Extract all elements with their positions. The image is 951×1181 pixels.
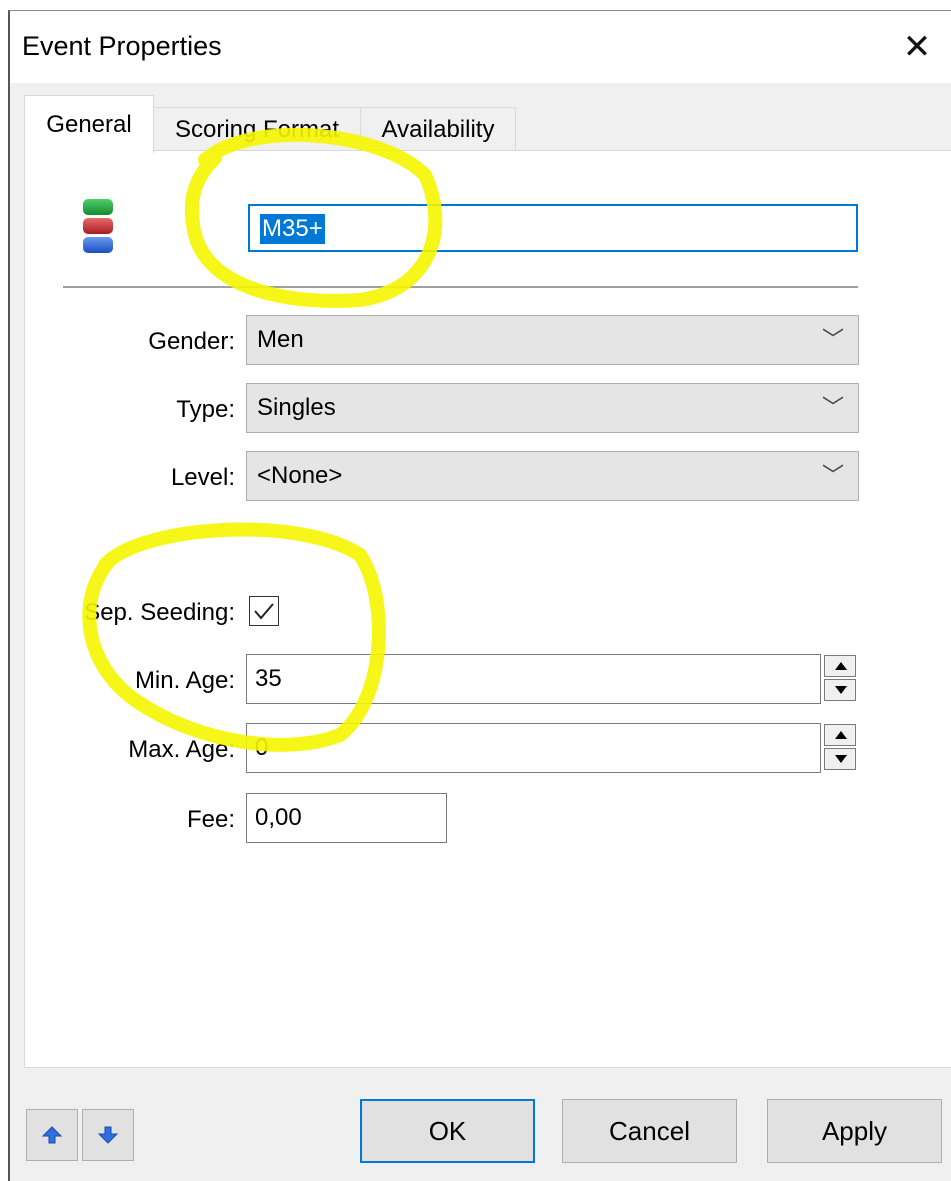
level-select[interactable]: <None> ﹀: [246, 451, 859, 501]
event-name-value: M35+: [260, 214, 325, 244]
close-button[interactable]: ✕: [881, 11, 951, 83]
window-title: Event Properties: [22, 31, 222, 61]
fee-value: 0,00: [255, 804, 302, 831]
type-label: Type:: [176, 396, 235, 423]
title-bar: Event Properties ✕: [10, 11, 951, 83]
max-age-decrement[interactable]: [824, 748, 856, 770]
move-up-button[interactable]: [26, 1109, 78, 1161]
ok-button[interactable]: OK: [360, 1099, 535, 1163]
arrow-down-icon: [835, 755, 847, 763]
chevron-down-icon: ﹀: [821, 327, 844, 352]
arrow-up-icon: [835, 731, 847, 739]
min-age-label: Min. Age:: [134, 667, 235, 694]
min-age-input[interactable]: 35: [246, 654, 821, 704]
tab-label: Availability: [381, 116, 495, 143]
tab-label: General: [46, 110, 132, 138]
max-age-value: 0: [255, 734, 269, 761]
type-value: Singles: [257, 394, 336, 421]
type-select[interactable]: Singles ﹀: [246, 383, 859, 433]
fee-label: Fee:: [186, 806, 235, 833]
arrow-up-icon: [835, 662, 847, 670]
gender-label: Gender:: [148, 328, 235, 355]
gender-select[interactable]: Men ﹀: [246, 315, 859, 365]
arrow-down-icon: [835, 686, 847, 694]
sep-seeding-label: Sep. Seeding:: [84, 599, 235, 626]
chevron-down-icon: ﹀: [821, 395, 844, 420]
apply-label: Apply: [821, 1115, 888, 1146]
close-icon: ✕: [902, 28, 932, 66]
max-age-increment[interactable]: [824, 724, 856, 746]
arrow-down-icon: [97, 1126, 119, 1144]
sep-seeding-checkbox[interactable]: [249, 596, 279, 626]
arrow-up-icon: [41, 1126, 63, 1144]
event-properties-dialog: Event Properties ✕ General Scoring Forma…: [8, 10, 951, 1181]
level-value: <None>: [257, 462, 343, 489]
event-name-input[interactable]: M35+: [248, 204, 858, 252]
max-age-input[interactable]: 0: [246, 723, 821, 773]
tab-availability[interactable]: Availability: [360, 107, 516, 152]
min-age-decrement[interactable]: [824, 679, 856, 701]
tab-scoring-format[interactable]: Scoring Format: [152, 107, 362, 152]
max-age-spinner[interactable]: [824, 724, 858, 772]
checkmark-icon: [254, 603, 274, 620]
cancel-label: Cancel: [609, 1115, 690, 1146]
min-age-increment[interactable]: [824, 655, 856, 677]
tab-label: Scoring Format: [174, 116, 340, 143]
level-label: Level:: [170, 464, 235, 491]
divider: [63, 286, 858, 289]
tab-general[interactable]: General: [24, 95, 154, 153]
ok-label: OK: [428, 1115, 467, 1146]
fee-input[interactable]: 0,00: [246, 793, 447, 843]
general-tab-panel: M35+ Gender: Men ﹀ Type: Singles ﹀ Level…: [24, 150, 951, 1068]
apply-button[interactable]: Apply: [767, 1099, 942, 1163]
event-icon: [83, 199, 113, 253]
cancel-button[interactable]: Cancel: [562, 1099, 737, 1163]
chevron-down-icon: ﹀: [821, 463, 844, 488]
max-age-label: Max. Age:: [128, 736, 235, 763]
min-age-spinner[interactable]: [824, 655, 858, 703]
move-down-button[interactable]: [82, 1109, 134, 1161]
gender-value: Men: [257, 326, 304, 353]
min-age-value: 35: [255, 665, 282, 692]
